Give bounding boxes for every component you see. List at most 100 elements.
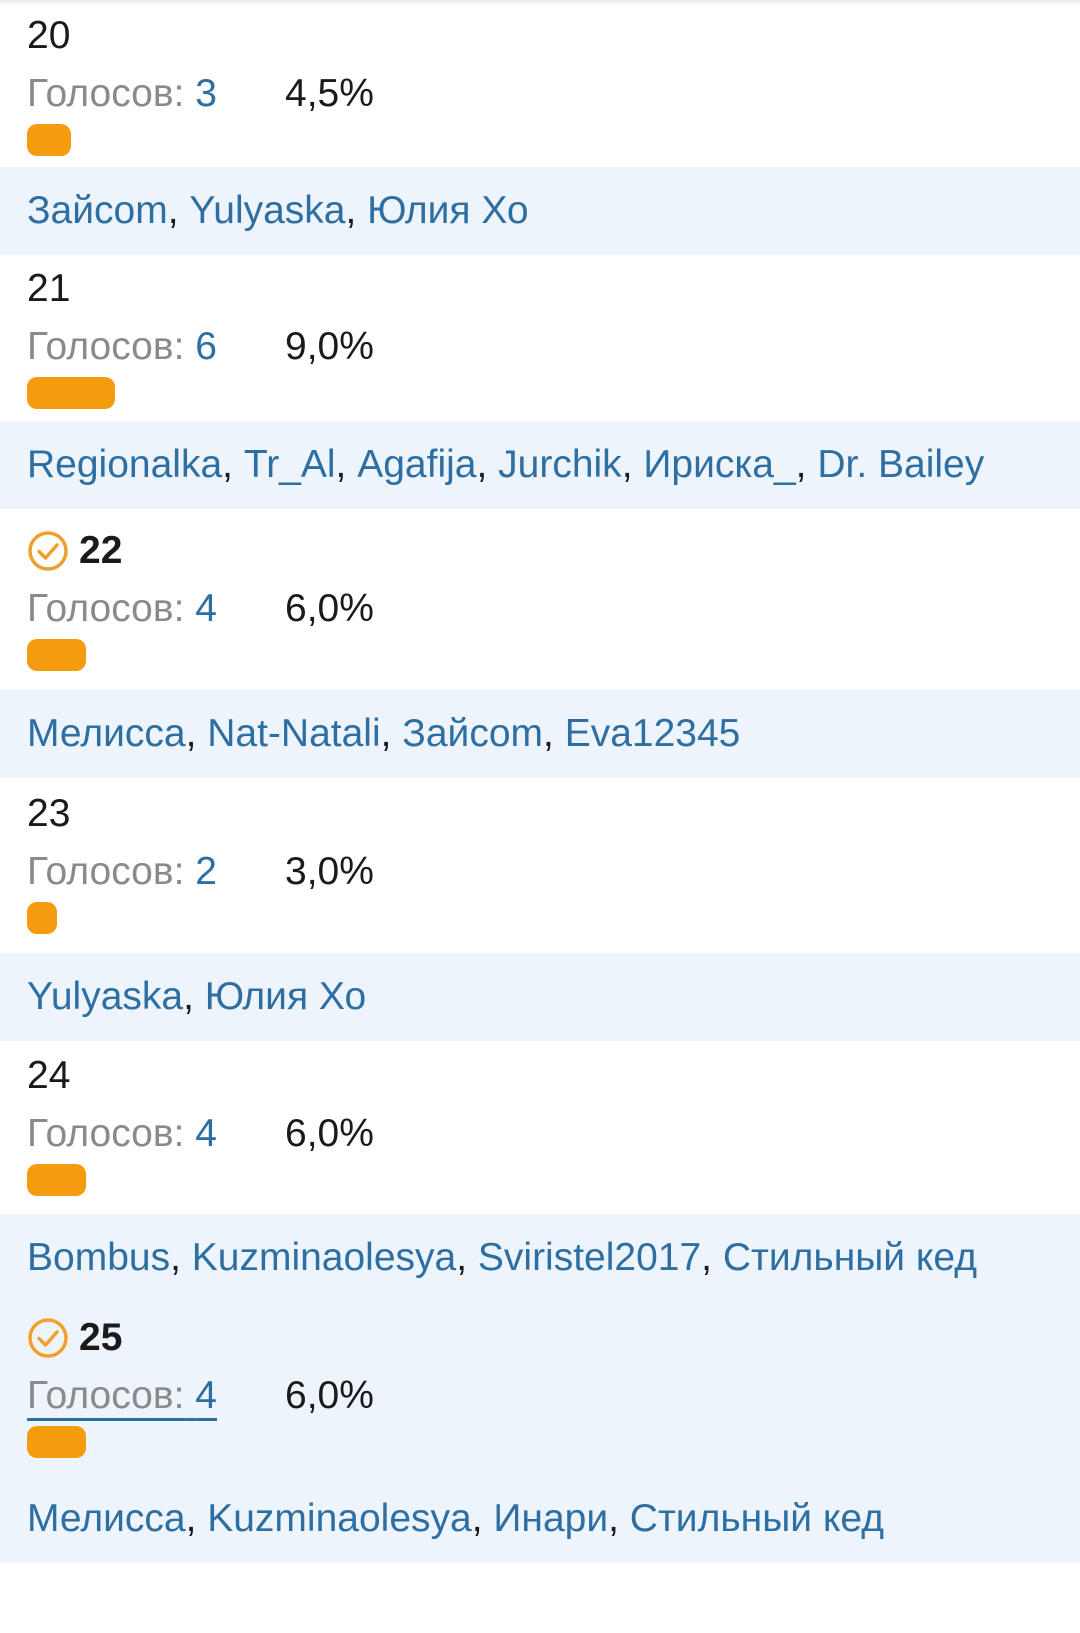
voter-link[interactable]: Jurchik [498,443,622,487]
voter-link[interactable]: Nat-Natali [207,712,380,756]
poll-option: 21 Голосов: 6 9,0% [0,253,1080,421]
voter-link[interactable]: Tr_Al [244,443,336,487]
voter-separator: , [795,443,818,486]
voter-separator: , [476,443,499,486]
voter-separator: , [543,712,565,755]
vote-progress-bar [27,124,71,156]
vote-progress-bar [27,377,115,409]
voter-link[interactable]: Зайcom [27,189,168,233]
voter-link[interactable]: Стильный кед [630,1497,884,1541]
voter-separator: , [183,975,205,1018]
vote-count: 4 [195,1112,217,1155]
voter-link[interactable]: Мелисса [27,1497,186,1541]
poll-option-block: 24 Голосов: 4 6,0% Bombus, Kuzminaolesya, S… [0,1040,1080,1302]
voter-link[interactable]: Юлия Хо [367,189,528,233]
voter-link[interactable]: Мелисса [27,712,186,756]
option-header: 21 [27,265,70,313]
voter-link[interactable]: Kuzminaolesya [207,1497,471,1541]
vote-count: 3 [195,72,217,115]
vote-count: 2 [195,850,217,893]
voter-separator: , [222,443,244,486]
voter-separator: , [608,1497,630,1540]
option-header: 24 [27,1052,70,1100]
vote-percent: 4,5% [285,72,374,115]
votes-label: Голосов: [27,1112,185,1155]
poll-option: 20 Голосов: 3 4,5% [0,0,1080,167]
option-number: 22 [79,529,123,572]
voter-separator: , [456,1236,478,1279]
vote-percent: 3,0% [285,850,374,893]
poll-option: 22 Голосов: 4 6,0% [0,515,1080,690]
votes-link[interactable]: Голосов: 4 [27,1372,285,1420]
voter-link[interactable]: Kuzminaolesya [192,1236,456,1280]
vote-percent: 9,0% [285,325,374,368]
voter-separator: , [701,1236,723,1279]
vote-percent: 6,0% [285,1112,374,1155]
voters-row: Yulyaska, Юлия Хо [0,953,1080,1041]
poll-option-block: 23 Голосов: 2 3,0% Yulyaska, Юлия Хо [0,778,1080,1041]
poll-option: 23 Голосов: 2 3,0% [0,778,1080,953]
votes-label: Голосов: [27,587,185,630]
option-header: 25 [27,1314,122,1362]
option-stats: Голосов: 2 3,0% [27,848,374,896]
poll-option-block: 20 Голосов: 3 4,5% Зайcom, Yulyaska, Юлия Х… [0,0,1080,255]
voter-link[interactable]: Стильный кед [723,1236,977,1280]
votes-link[interactable]: Голосов: 2 [27,848,285,896]
option-number: 23 [27,792,71,835]
voter-separator: , [471,1497,494,1540]
votes-link[interactable]: Голосов: 6 [27,323,285,371]
option-stats: Голосов: 4 6,0% [27,1372,374,1420]
option-stats: Голосов: 6 9,0% [27,323,374,371]
voter-link[interactable]: Зайcom [402,712,543,756]
option-number: 21 [27,267,71,310]
voter-link[interactable]: Инари [493,1497,608,1541]
voter-separator: , [345,189,368,232]
option-number: 24 [27,1054,71,1097]
voter-separator: , [335,443,358,486]
poll-option-block: 21 Голосов: 6 9,0% Regionalka, Tr_Al, Agafi… [0,253,1080,509]
voter-link[interactable]: Bombus [27,1236,170,1280]
voters-row: Мелисса, Kuzminaolesya, Инари, Стильный … [0,1475,1080,1563]
voter-link[interactable]: Regionalka [27,443,222,487]
voters-row: Мелисса, Nat-Natali, Зайcom, Eva12345 [0,690,1080,778]
votes-label: Голосов: [27,325,185,368]
option-stats: Голосов: 4 6,0% [27,585,374,633]
option-header: 22 [27,527,122,575]
poll-option-block: 25 Голосов: 4 6,0% Мелисса, Kuzminaolesya, … [0,1302,1080,1563]
votes-label: Голосов: [27,850,185,893]
vote-progress-bar [27,902,57,934]
check-circle-icon [28,531,68,571]
vote-percent: 6,0% [285,587,374,630]
voters-row: Bombus, Kuzminaolesya, Sviristel2017, Ст… [0,1214,1080,1302]
voter-link[interactable]: Yulyaska [189,189,345,233]
votes-label: Голосов: [27,1374,185,1417]
voter-link[interactable]: Юлия Хо [205,975,366,1019]
option-header: 23 [27,790,70,838]
vote-count: 4 [195,587,217,630]
voter-link[interactable]: Dr. Bailey [817,443,984,487]
option-header: 20 [27,12,70,60]
vote-count: 4 [195,1374,217,1417]
voter-link[interactable]: Eva12345 [565,712,741,756]
votes-link[interactable]: Голосов: 4 [27,1110,285,1158]
vote-percent: 6,0% [285,1374,374,1417]
voter-separator: , [167,189,190,232]
vote-count: 6 [195,325,217,368]
voter-link[interactable]: Sviristel2017 [478,1236,701,1280]
voter-separator: , [380,712,403,755]
voter-separator: , [621,443,644,486]
option-number: 20 [27,14,71,57]
option-stats: Голосов: 3 4,5% [27,70,374,118]
voter-link[interactable]: Ириска_ [643,443,795,487]
voter-separator: , [185,712,208,755]
voter-link[interactable]: Agafija [357,443,476,487]
voter-separator: , [185,1497,208,1540]
vote-progress-bar [27,639,86,671]
votes-link[interactable]: Голосов: 3 [27,70,285,118]
voter-link[interactable]: Yulyaska [27,975,183,1019]
option-number: 25 [79,1316,123,1359]
voter-separator: , [170,1236,192,1279]
votes-link[interactable]: Голосов: 4 [27,585,285,633]
vote-progress-bar [27,1164,86,1196]
voters-row: Зайcom, Yulyaska, Юлия Хо [0,167,1080,255]
